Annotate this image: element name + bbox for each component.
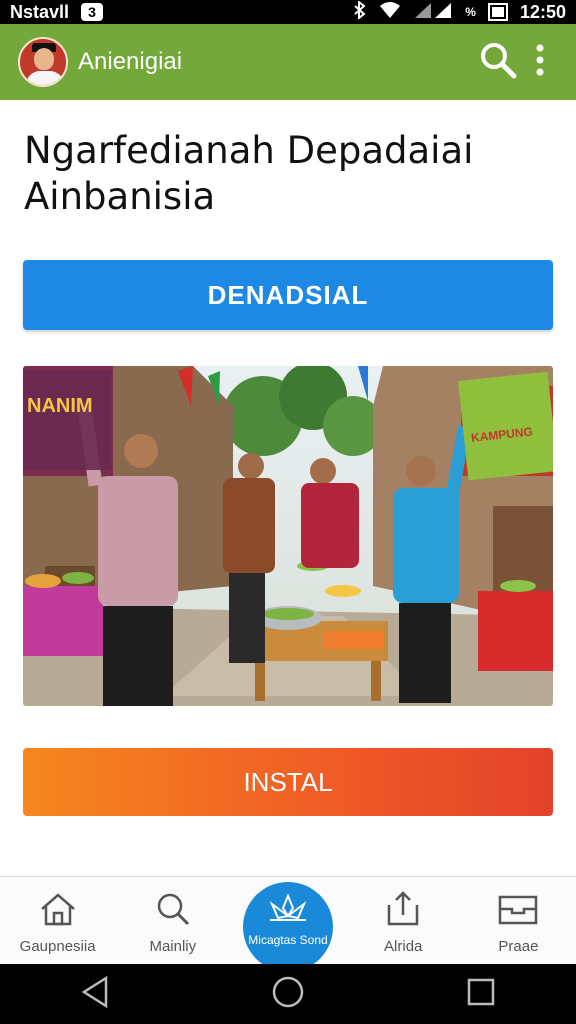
banner-left-text: NANIM xyxy=(27,395,93,417)
avatar-face xyxy=(34,48,54,70)
page-title: Ngarfedianah Depadaiai Ainbanisia xyxy=(24,128,544,220)
nav-item-share[interactable]: Alrida xyxy=(346,877,461,964)
primary-action-button[interactable]: DENADSIAL xyxy=(23,260,553,330)
clock: 12:50 xyxy=(519,1,566,22)
nav-item-featured[interactable]: Micagtas Sond xyxy=(243,882,333,972)
signal-icon xyxy=(413,1,453,24)
nav-label-search: Mainliy xyxy=(149,938,197,955)
inbox-icon xyxy=(496,891,540,932)
status-right: % 12:50 xyxy=(353,0,566,24)
overflow-menu-button[interactable] xyxy=(522,38,558,86)
system-navigation-bar xyxy=(0,964,576,1024)
nav-item-inbox[interactable]: Praae xyxy=(461,877,576,964)
carrier-label: Nstavll xyxy=(10,1,70,22)
notification-badge: 3 xyxy=(81,3,104,21)
battery-icon xyxy=(487,3,508,21)
status-bar: Nstavll 3 % 12:50 xyxy=(0,0,576,24)
home-button[interactable] xyxy=(271,975,305,1014)
nav-label-featured: Micagtas Sond xyxy=(248,933,328,947)
nav-item-home[interactable]: Gaupnesiia xyxy=(0,877,115,964)
share-icon xyxy=(383,891,423,932)
nav-label-home: Gaupnesiia xyxy=(19,938,96,955)
avatar-shirt xyxy=(26,71,64,85)
app-bar: Anienigiai xyxy=(0,24,576,100)
nav-label-share: Alrida xyxy=(384,938,423,955)
wifi-icon xyxy=(379,1,401,24)
bluetooth-icon xyxy=(353,0,367,24)
home-icon xyxy=(38,891,78,932)
status-left: Nstavll 3 xyxy=(10,1,104,23)
recents-button[interactable] xyxy=(466,977,496,1012)
nav-item-search[interactable]: Mainliy xyxy=(115,877,230,964)
lotus-icon xyxy=(266,893,310,931)
app-title: Anienigiai xyxy=(78,48,183,75)
search-icon xyxy=(479,41,517,84)
back-button[interactable] xyxy=(80,975,110,1014)
install-button[interactable]: INSTAL xyxy=(23,748,553,816)
page-title-line-2: Ainbanisia xyxy=(24,175,216,218)
battery-percent: % xyxy=(465,5,476,19)
page-title-line-1: Ngarfedianah Depadaiai xyxy=(24,129,474,172)
search-icon xyxy=(153,891,193,932)
more-vert-icon xyxy=(536,44,544,81)
search-button[interactable] xyxy=(474,38,522,86)
market-photo: NANIM KAMPUNG xyxy=(23,366,553,706)
nav-label-inbox: Praae xyxy=(498,938,539,955)
market-illustration: NANIM KAMPUNG xyxy=(23,366,553,706)
avatar[interactable] xyxy=(18,37,68,87)
